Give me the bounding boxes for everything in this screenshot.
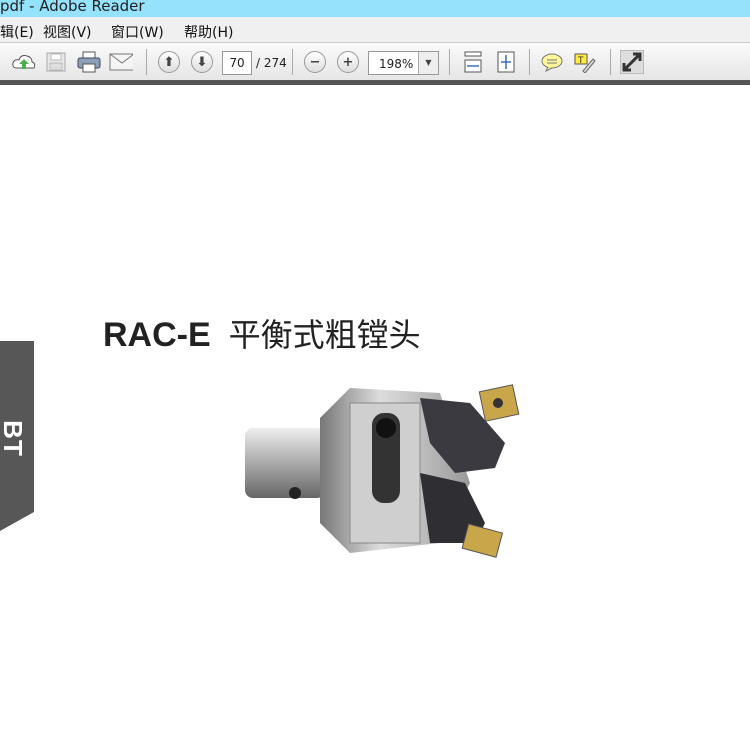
arrow-down-icon: ⬇ bbox=[191, 51, 213, 73]
title-bar: pdf - Adobe Reader bbox=[0, 0, 750, 17]
plus-icon: + bbox=[337, 51, 359, 73]
menu-window[interactable]: 窗口(W) bbox=[111, 22, 164, 42]
print-icon[interactable] bbox=[77, 51, 101, 73]
side-tab-label: BT bbox=[0, 420, 28, 457]
svg-text:T: T bbox=[577, 56, 584, 66]
side-tab: BT bbox=[0, 341, 34, 531]
model-name: RAC-E bbox=[103, 316, 211, 354]
arrow-up-icon: ⬆ bbox=[158, 51, 180, 73]
previous-page-button[interactable]: ⬆ bbox=[157, 51, 181, 73]
full-screen-icon[interactable] bbox=[620, 50, 644, 74]
page-title: RAC-E 平衡式粗镗头 bbox=[103, 310, 421, 356]
minus-icon: − bbox=[304, 51, 326, 73]
zoom-value: 198% bbox=[379, 57, 414, 71]
next-page-button[interactable]: ⬇ bbox=[190, 51, 214, 73]
zoom-out-button[interactable]: − bbox=[303, 51, 327, 73]
save-icon[interactable] bbox=[44, 51, 68, 73]
fit-page-icon[interactable] bbox=[494, 51, 518, 73]
menu-edit[interactable]: 辑(E) bbox=[0, 22, 34, 42]
email-icon[interactable] bbox=[109, 51, 133, 73]
fit-width-icon[interactable] bbox=[461, 51, 485, 73]
toolbar: ⬆ ⬇ 70 / 274 − + 198% ▼ T bbox=[0, 43, 750, 80]
title-cn: 平衡式粗镗头 bbox=[228, 316, 421, 354]
chevron-down-icon[interactable]: ▼ bbox=[418, 52, 438, 74]
window-title: pdf - Adobe Reader bbox=[0, 0, 145, 15]
zoom-in-button[interactable]: + bbox=[336, 51, 360, 73]
page-count: / 274 bbox=[256, 56, 287, 70]
zoom-select[interactable]: 198% ▼ bbox=[368, 51, 439, 75]
comment-icon[interactable] bbox=[540, 51, 564, 73]
page-number-input[interactable]: 70 bbox=[222, 51, 252, 75]
menu-help[interactable]: 帮助(H) bbox=[184, 22, 233, 42]
menu-bar: 辑(E) 视图(V) 窗口(W) 帮助(H) bbox=[0, 17, 750, 43]
menu-view[interactable]: 视图(V) bbox=[43, 22, 92, 42]
boring-head-image bbox=[240, 383, 520, 567]
upload-cloud-icon[interactable] bbox=[12, 51, 36, 73]
highlight-text-icon[interactable]: T bbox=[573, 51, 597, 73]
toolbar-divider bbox=[0, 80, 750, 85]
